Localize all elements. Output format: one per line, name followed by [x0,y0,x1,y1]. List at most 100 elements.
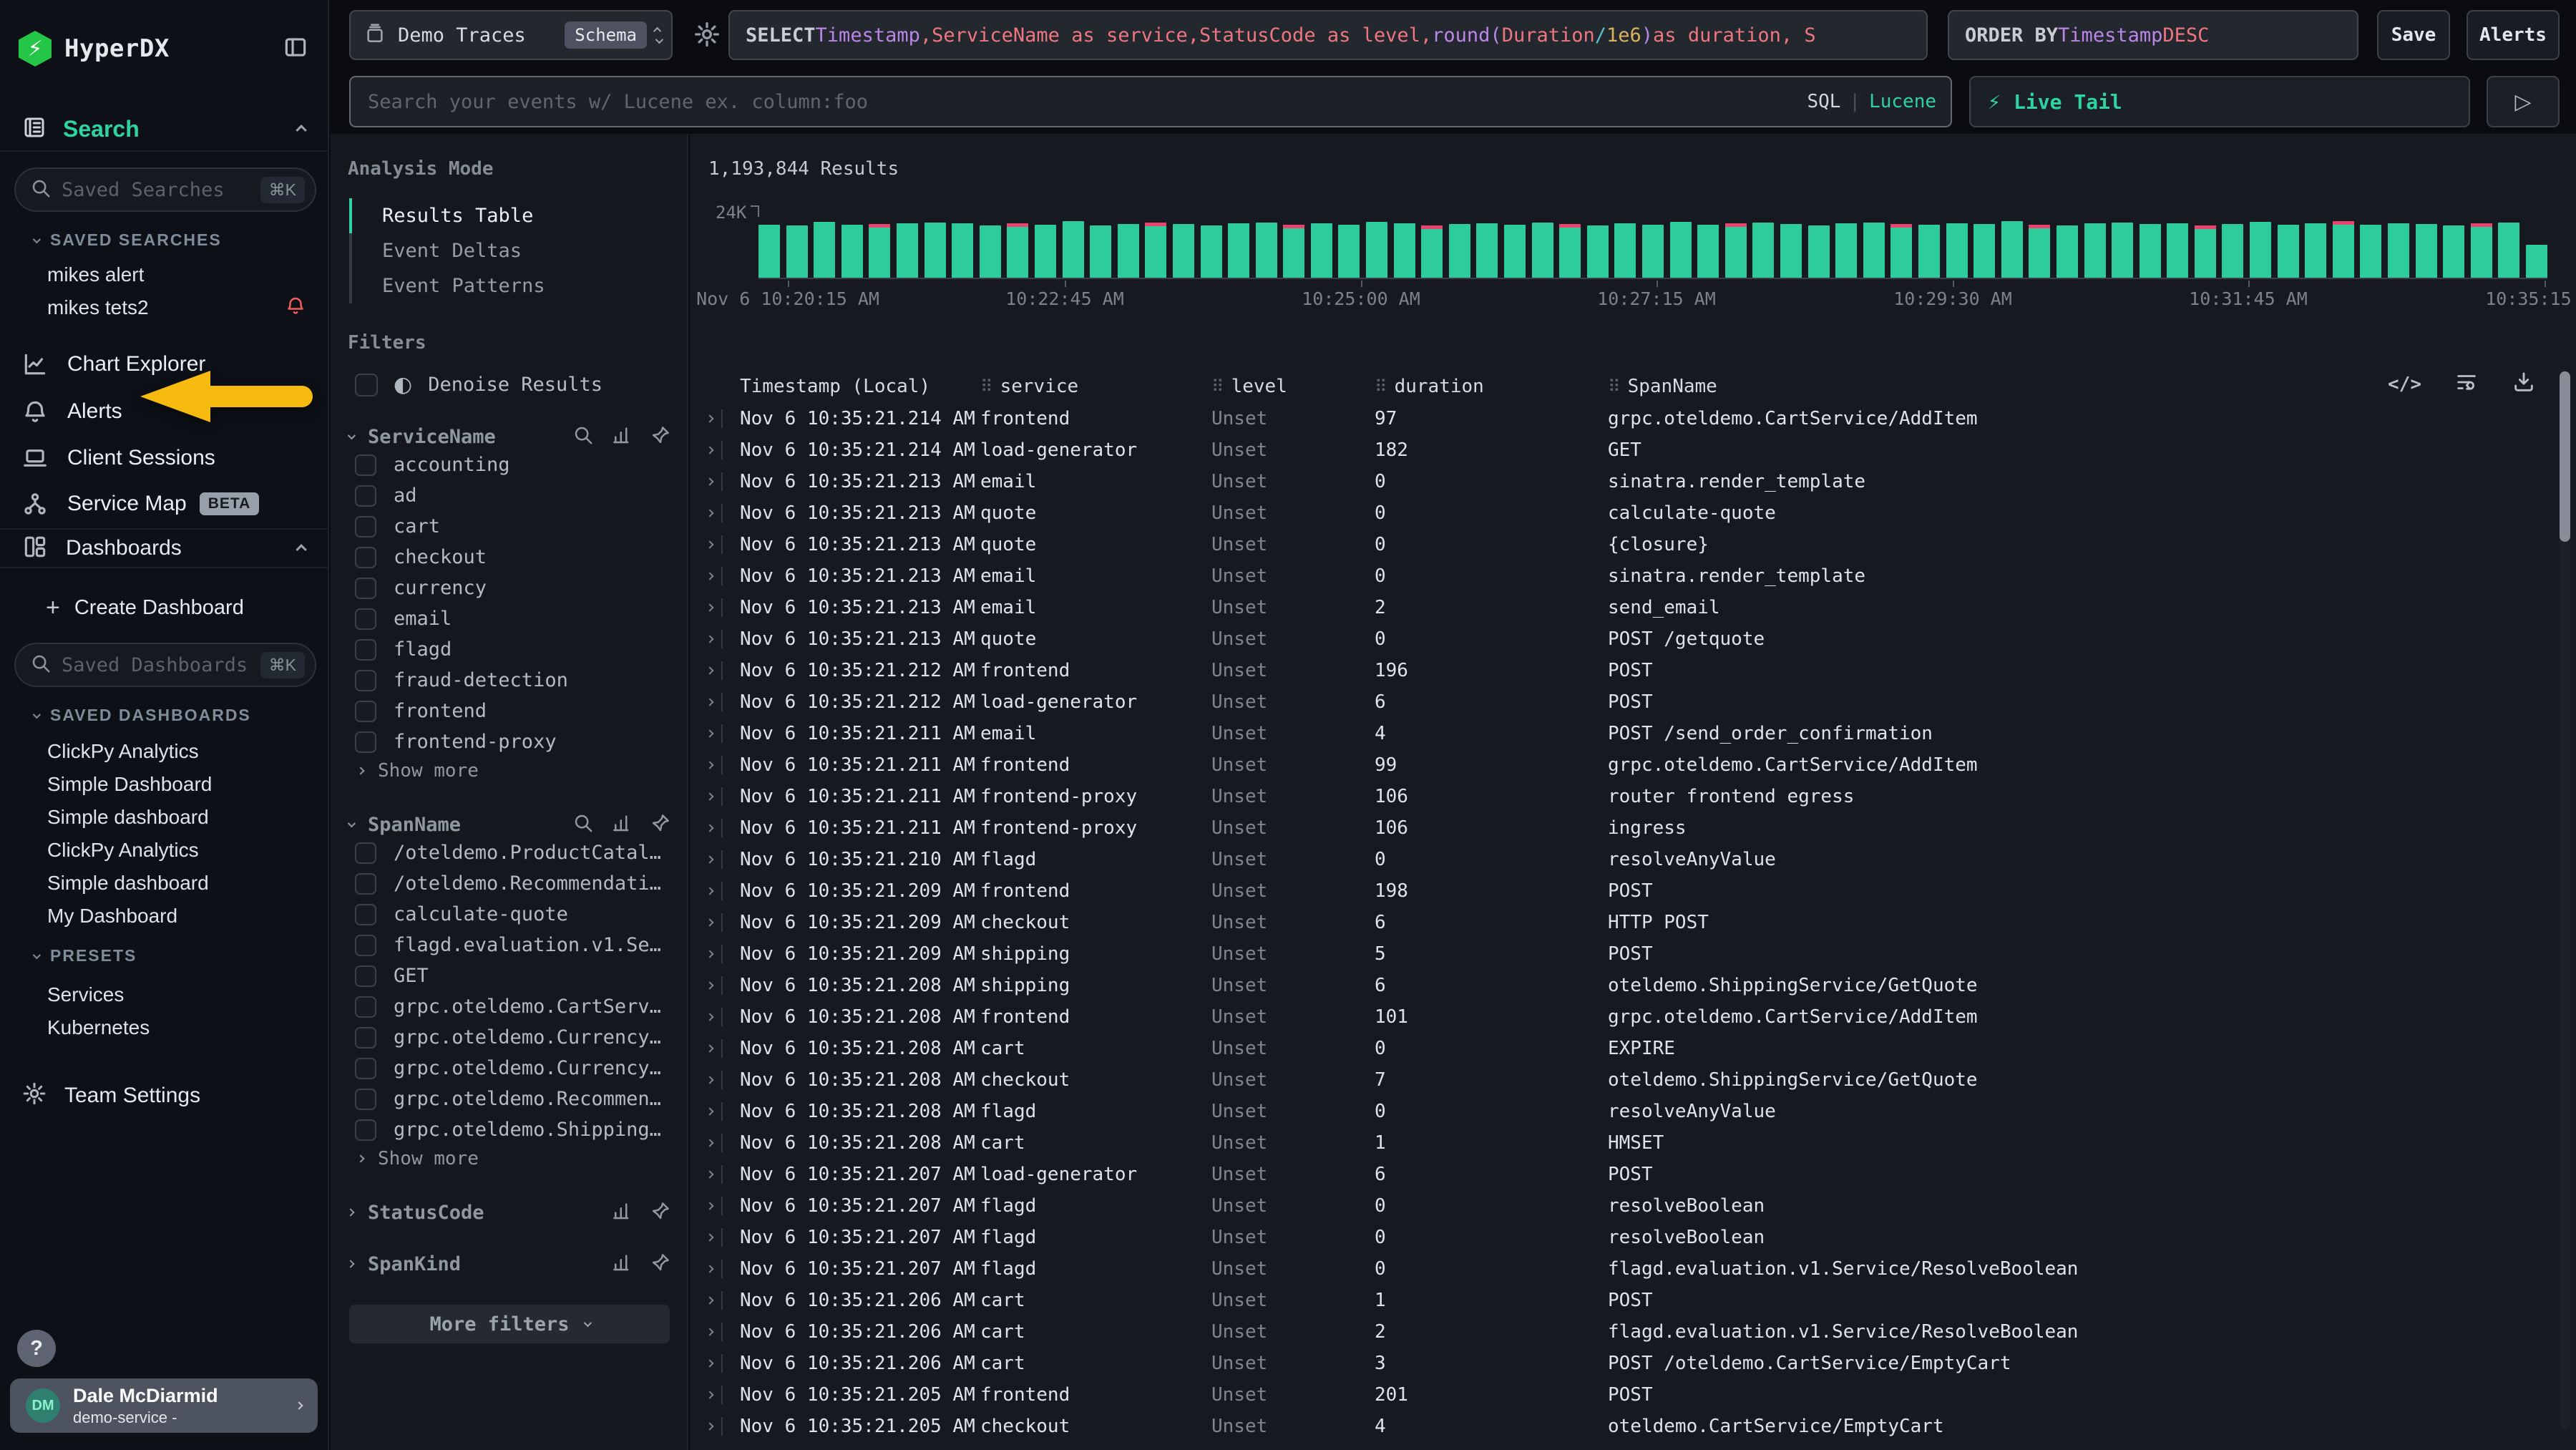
histogram-bar[interactable] [1697,225,1719,278]
table-row[interactable]: Nov 6 10:35:21.212 AMload-generatorUnset… [690,686,2522,718]
expand-row-icon[interactable] [706,1422,713,1430]
checkbox[interactable] [355,904,376,925]
row-expander[interactable] [707,441,740,459]
table-row[interactable]: Nov 6 10:35:21.209 AMshippingUnset5POST [690,938,2522,970]
pin-icon[interactable] [650,1252,671,1276]
saved-search-item[interactable]: mikes tets2 [47,292,306,323]
table-row[interactable]: Nov 6 10:35:21.213 AMquoteUnset0POST /ge… [690,623,2522,655]
histogram-bar[interactable] [2416,224,2437,278]
row-expander[interactable] [707,630,740,648]
histogram-bar[interactable] [2084,223,2106,278]
histogram-bar[interactable] [2029,225,2050,278]
expand-row-icon[interactable] [706,477,713,485]
chevron-up-icon[interactable] [296,544,307,555]
checkbox[interactable] [355,639,376,661]
expand-row-icon[interactable] [706,887,713,895]
row-expander[interactable] [707,976,740,995]
filter-checkbox-item[interactable]: /oteldemo.Recommendatio… [355,869,671,898]
histogram-bar[interactable] [1946,223,1968,278]
histogram-bar[interactable] [1780,224,1802,278]
saved-dashboards-input[interactable]: Saved Dashboards ⌘K [14,643,316,687]
table-row[interactable]: Nov 6 10:35:21.209 AMcheckoutUnset6HTTP … [690,907,2522,938]
expand-row-icon[interactable] [706,666,713,674]
table-row[interactable]: Nov 6 10:35:21.213 AMemailUnset0sinatra.… [690,560,2522,592]
histogram-bar[interactable] [2001,221,2023,278]
filter-checkbox-item[interactable]: grpc.oteldemo.Recommend… [355,1084,671,1114]
row-expander[interactable] [707,1386,740,1404]
row-expander[interactable] [707,945,740,963]
histogram-bar[interactable] [1118,224,1139,278]
table-row[interactable]: Nov 6 10:35:21.211 AMfrontend-proxyUnset… [690,781,2522,812]
filter-group-header[interactable]: StatusCode [348,1200,671,1225]
histogram-bar[interactable] [1063,221,1084,278]
saved-dashboard-item[interactable]: Simple Dashboard [47,769,306,800]
histogram-bar[interactable] [1974,224,1995,278]
histogram-bar[interactable] [2471,223,2492,278]
column-header-timestamp-local-[interactable]: Timestamp (Local) [740,376,980,397]
histogram-bar[interactable] [2388,223,2409,278]
expand-row-icon[interactable] [706,1107,713,1115]
filter-checkbox-item[interactable]: grpc.oteldemo.CurrencyS… [355,1023,671,1052]
histogram-bar[interactable] [2498,223,2519,278]
table-row[interactable]: Nov 6 10:35:21.206 AMcartUnset1POST [690,1285,2522,1316]
row-expander[interactable] [707,1354,740,1373]
expand-row-icon[interactable] [706,1391,713,1398]
chevron-down-icon[interactable] [348,819,356,827]
row-expander[interactable] [707,1323,740,1341]
preset-item[interactable]: Services [47,979,306,1011]
checkbox[interactable] [355,701,376,722]
sidebar-item-team-settings[interactable]: Team Settings [21,1081,200,1110]
scrollbar-thumb[interactable] [2560,371,2570,542]
row-expander[interactable] [707,598,740,617]
histogram-bar[interactable] [1421,225,1443,278]
filter-group-header[interactable]: SpanKind [348,1252,671,1276]
table-row[interactable]: Nov 6 10:35:21.205 AMfrontendUnset201POS… [690,1379,2522,1411]
row-expander[interactable] [707,850,740,869]
histogram-bar[interactable] [2360,225,2381,278]
row-expander[interactable] [707,567,740,585]
histogram-bar[interactable] [924,223,946,278]
histogram-bar[interactable] [1173,224,1194,278]
saved-dashboard-item[interactable]: ClickPy Analytics [47,835,306,866]
sidebar-section-dashboards[interactable]: Dashboards [0,528,328,568]
histogram-bar[interactable] [1752,223,1774,278]
drag-handle-icon[interactable]: ⠿ [1608,376,1621,396]
sidebar-section-search[interactable]: Search [0,107,328,152]
filter-checkbox-item[interactable]: ad [355,481,671,510]
row-expander[interactable] [707,1071,740,1089]
checkbox[interactable] [355,547,376,568]
saved-dashboard-item[interactable]: My Dashboard [47,900,306,932]
expand-row-icon[interactable] [706,1233,713,1241]
histogram-bar[interactable] [758,225,780,278]
saved-dashboards-label[interactable]: SAVED DASHBOARDS [33,706,251,725]
expand-row-icon[interactable] [706,1170,713,1178]
histogram-bar[interactable] [1283,225,1304,278]
table-row[interactable]: Nov 6 10:35:21.208 AMcartUnset1HMSET [690,1127,2522,1159]
histogram-bar[interactable] [1201,225,1222,278]
saved-dashboard-item[interactable]: ClickPy Analytics [47,736,306,767]
pin-icon[interactable] [650,812,671,837]
expand-row-icon[interactable] [706,635,713,643]
filter-checkbox-item[interactable]: cart [355,512,671,541]
sidebar-item-service-map[interactable]: Service Map BETA [0,482,328,526]
checkbox[interactable] [355,873,376,895]
column-header-spanname[interactable]: ⠿SpanName [1608,376,2522,397]
histogram-bar[interactable] [1670,222,1692,278]
histogram-bar[interactable] [2112,223,2133,278]
bar-chart-icon[interactable] [611,1200,633,1225]
table-row[interactable]: Nov 6 10:35:21.208 AMflagdUnset0resolveA… [690,1096,2522,1127]
row-expander[interactable] [707,882,740,900]
filter-checkbox-item[interactable]: calculate-quote [355,900,671,929]
table-row[interactable]: Nov 6 10:35:21.207 AMflagdUnset0resolveB… [690,1222,2522,1253]
row-expander[interactable] [707,1008,740,1026]
saved-searches-input[interactable]: Saved Searches ⌘K [14,167,316,212]
column-header-duration[interactable]: ⠿duration [1375,376,1608,397]
expand-row-icon[interactable] [706,1044,713,1052]
bar-chart-icon[interactable] [611,424,633,449]
saved-dashboard-item[interactable]: Simple dashboard [47,802,306,833]
histogram-bar[interactable] [869,224,890,278]
filter-checkbox-item[interactable]: flagd [355,635,671,664]
filter-checkbox-item[interactable]: frontend [355,696,671,726]
table-row[interactable]: Nov 6 10:35:21.211 AMfrontendUnset99grpc… [690,749,2522,781]
expand-row-icon[interactable] [706,824,713,832]
